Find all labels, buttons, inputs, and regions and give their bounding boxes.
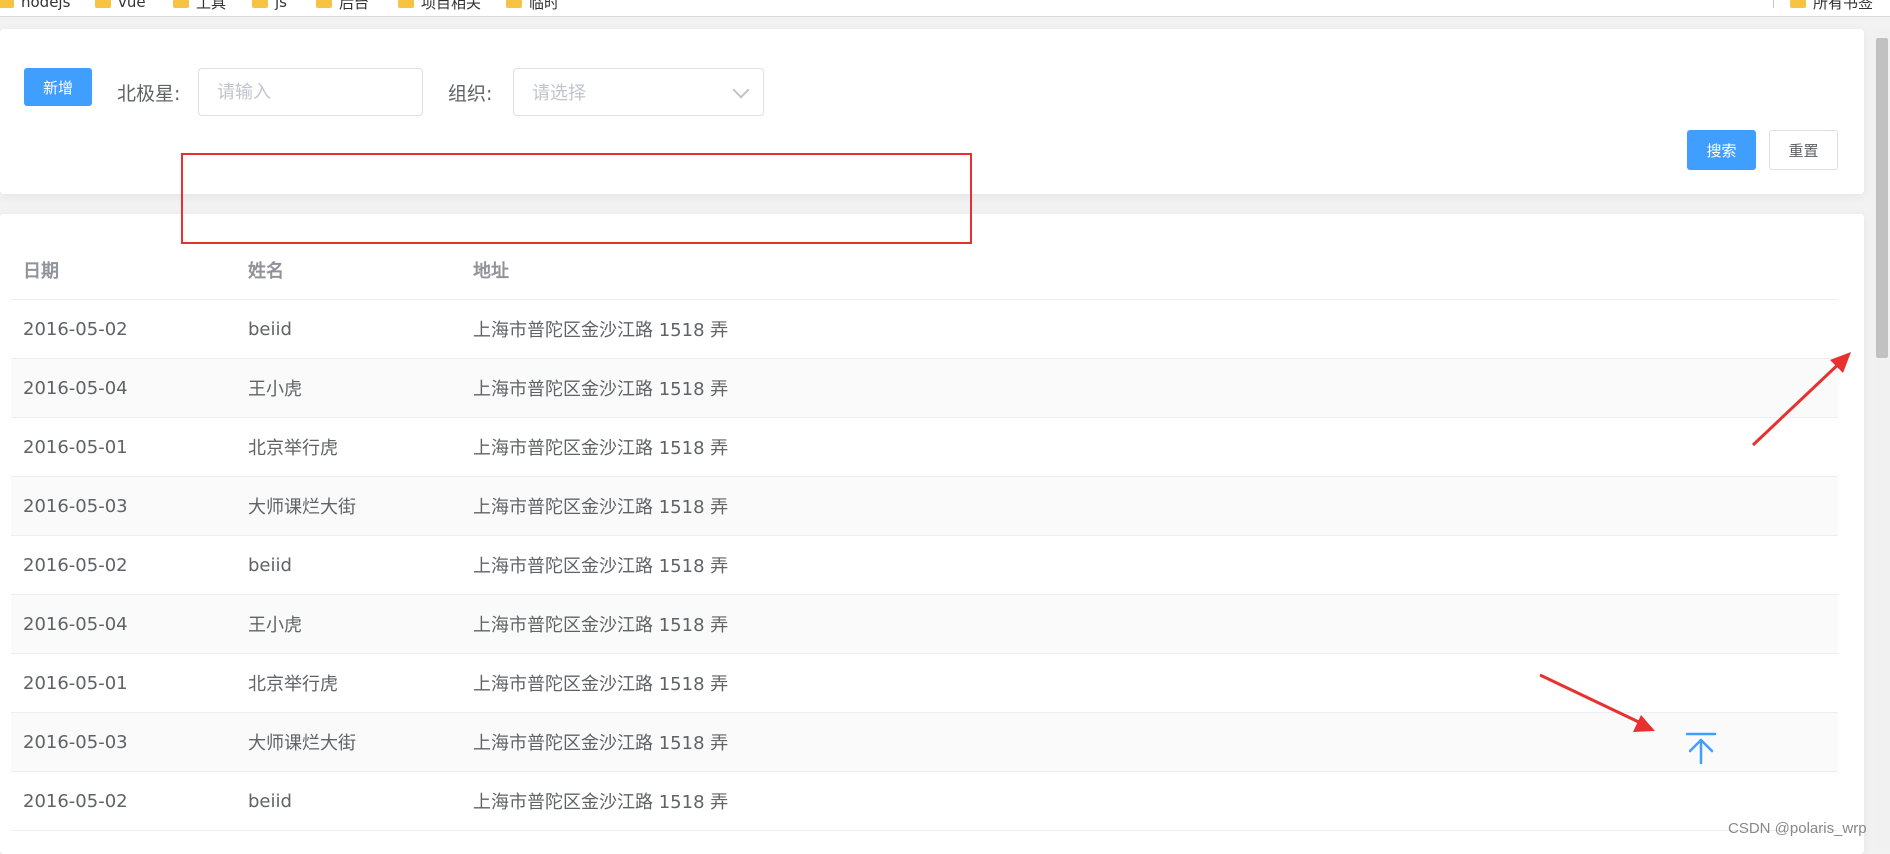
annotation-arrow-to-scrollbar	[1751, 352, 1851, 447]
annotation-arrow-to-back-top	[1539, 673, 1655, 732]
watermark: CSDN @polaris_wrp	[1728, 820, 1867, 837]
annotation-arrows	[1539, 352, 1851, 732]
